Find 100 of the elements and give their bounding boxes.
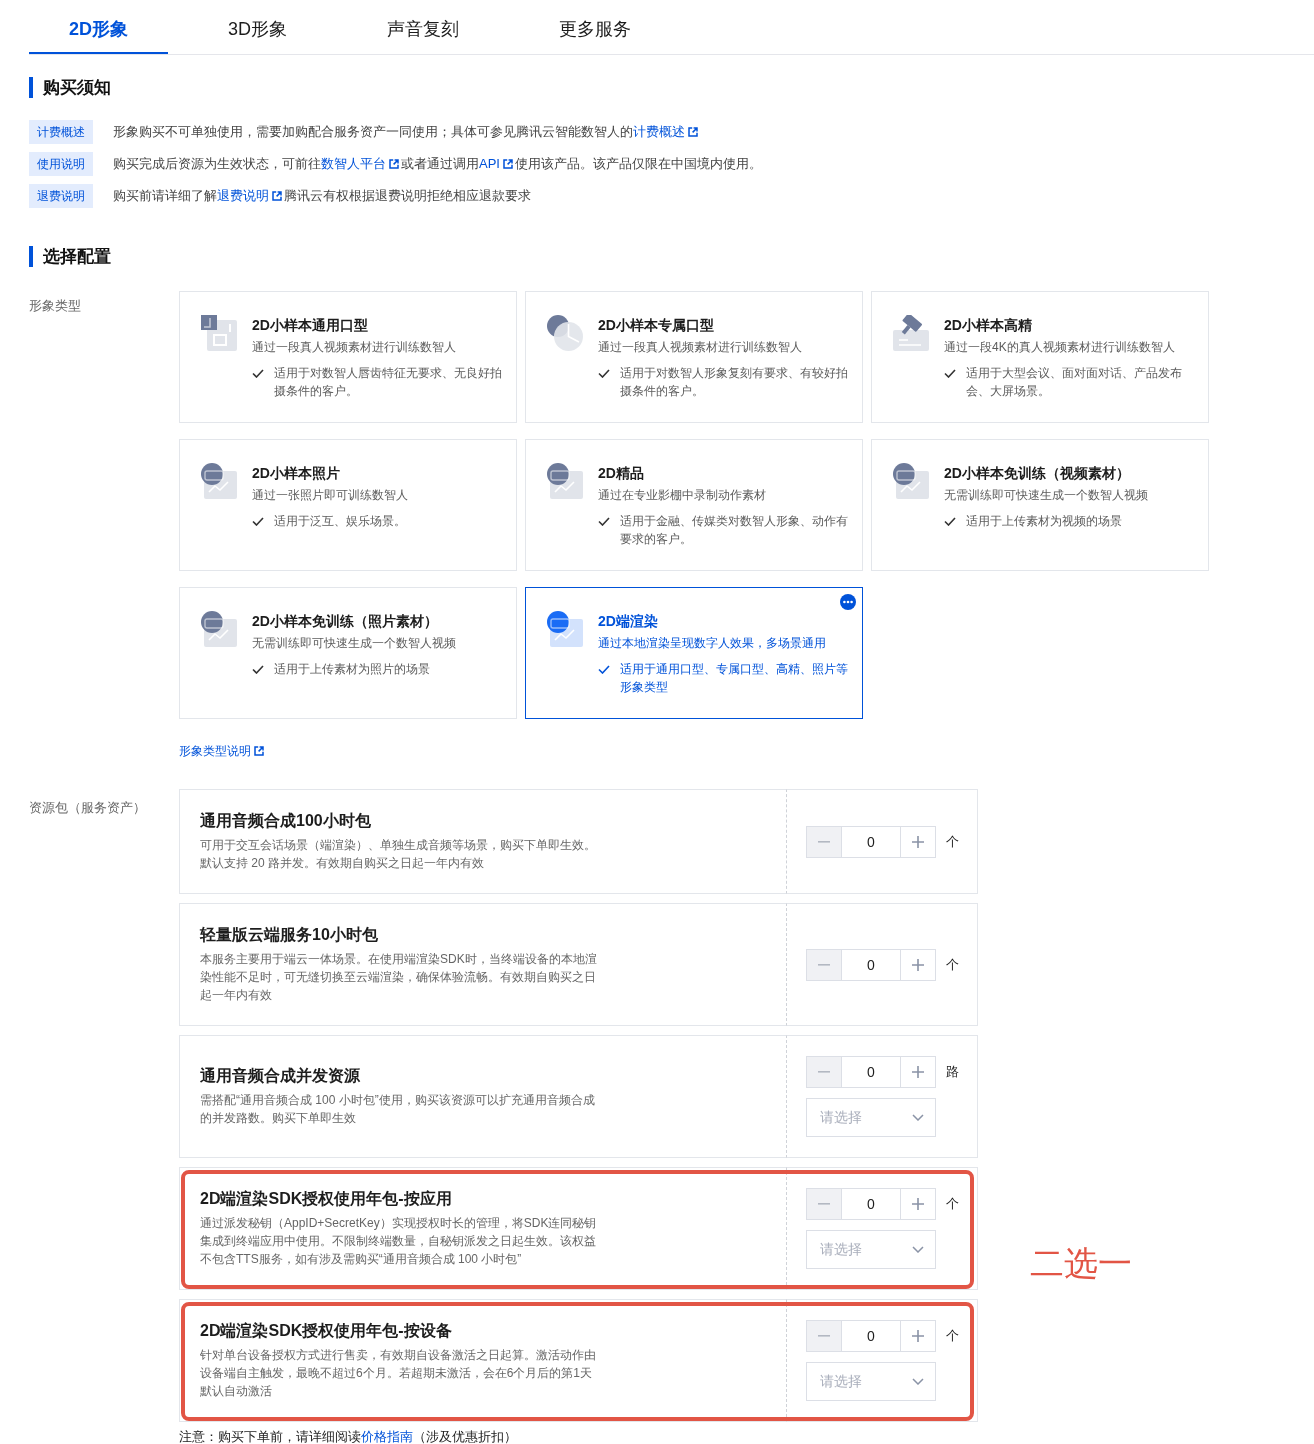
card-description: 通过在专业影棚中录制动作素材 (598, 487, 767, 504)
card-description: 通过本地渲染呈现数字人效果，多场景通用 (598, 635, 827, 652)
pack-description: 通过派发秘钥（AppID+SecretKey）实现授权时长的管理，将SDK连同秘钥集成到终端应用中使用。不限制终端数量，自秘钥派发之日起生效。该权益不包含TTS服务，如有涉及需购买“通用音频合成 100 小时包” (200, 1215, 598, 1268)
minus-icon (818, 1335, 830, 1337)
check-icon (598, 517, 610, 526)
avatar-type-card[interactable]: 2D小样本高精 通过一段4K的真人视频素材进行训练数智人 适用于大型会议、面对面对话、产品发布会、大屏场景。 (871, 291, 1209, 423)
pack-title: 轻量版云端服务10小时包 (200, 925, 379, 945)
unit-label: 个 (946, 832, 959, 851)
tab[interactable]: 声音复刻 (347, 0, 500, 54)
card-feature-text: 适用于对数智人形象复刻有要求、有较好拍摄条件的客户。 (620, 365, 849, 400)
text-link[interactable]: 价格指南 (361, 1429, 413, 1444)
text-link[interactable]: 计费概述 (633, 124, 700, 139)
card-feature-text: 适用于金融、传媒类对数智人形象、动作有要求的客户。 (620, 513, 849, 548)
pack-title: 2D端渲染SDK授权使用年包-按设备 (200, 1321, 453, 1341)
avatar-type-card[interactable]: 2D小样本免训练（照片素材） 无需训练即可快速生成一个数智人视频 适用于上传素材为照片的场景 (179, 587, 517, 719)
plus-icon (912, 958, 924, 971)
check-icon (598, 665, 610, 674)
notice-text: 购买完成后资源为生效状态，可前往数智人平台 或者通过调用API 使用该产品。该产品仅限在中国境内使用。 (113, 155, 762, 173)
minus-icon (818, 840, 830, 843)
image-icon (547, 611, 583, 647)
external-link-icon (272, 191, 282, 201)
text-link[interactable]: 退费说明 (217, 188, 284, 203)
notice-text: 形象购买不可单独使用，需要加购配合服务资产一同使用；具体可参见腾讯云智能数智人的计费概述 (113, 122, 700, 142)
increment-button[interactable] (900, 1056, 936, 1088)
quantity-input[interactable]: 0 (842, 948, 900, 981)
check-icon (252, 517, 264, 526)
card-title: 2D小样本免训练（视频素材） (944, 464, 1131, 483)
increment-button[interactable] (900, 1188, 936, 1220)
annotation-text: 二选一 (1030, 1243, 1132, 1283)
text-link[interactable]: 形象类型说明 (179, 743, 266, 759)
card-title: 2D小样本通用口型 (252, 316, 369, 335)
tab[interactable]: 3D形象 (188, 0, 328, 54)
pack-description: 本服务主要用于端云一体场景。在使用端渲染SDK时，当终端设备的本地渲染性能不足时，可无缝切换至云端渲染，确保体验流畅。有效期自购买之日起一年内有效 (200, 951, 598, 1004)
card-title: 2D小样本高精 (944, 316, 1033, 335)
card-feature-text: 适用于上传素材为视频的场景 (966, 513, 1122, 530)
tab[interactable]: 更多服务 (519, 0, 672, 54)
check-icon (944, 369, 956, 378)
card-title: 2D小样本照片 (252, 464, 341, 483)
pack-title: 通用音频合成100小时包 (200, 811, 372, 831)
check-icon (252, 665, 264, 674)
image-icon (201, 463, 237, 499)
minus-icon (818, 1203, 830, 1205)
avatar-type-card[interactable]: 2D端渲染 通过本地渲染呈现数字人效果，多场景通用 适用于通用口型、专属口型、高精、照片等形象类型 (525, 587, 863, 719)
card-feature-text: 适用于大型会议、面对面对话、产品发布会、大屏场景。 (966, 365, 1183, 400)
pack-description: 可用于交互会话场景（端渲染）、单独生成音频等场景，购买下单即生效。默认支持 20 路并发。有效期自购买之日起一年内有效 (200, 837, 597, 872)
pie-icon (547, 315, 583, 351)
increment-button[interactable] (900, 948, 936, 981)
section-title: 购买须知 (29, 77, 1314, 98)
quantity-input[interactable]: 0 (842, 1056, 900, 1088)
card-description: 通过一段真人视频素材进行训练数智人 (598, 339, 803, 356)
image-icon (893, 463, 929, 499)
chevron-down-icon (912, 1246, 924, 1253)
increment-button[interactable] (900, 825, 936, 858)
chevron-down-icon (912, 1114, 924, 1121)
quantity-input[interactable]: 0 (842, 1188, 900, 1220)
field-label: 资源包（服务资产） (29, 799, 147, 817)
text-link[interactable]: API (479, 156, 515, 171)
chevron-down-icon (912, 1378, 924, 1385)
text-link[interactable]: 数智人平台 (321, 156, 401, 171)
avatar-type-card[interactable]: 2D精品 通过在专业影棚中录制动作素材 适用于金融、传媒类对数智人形象、动作有要求的客户。 (525, 439, 863, 571)
quantity-input[interactable]: 0 (842, 1320, 900, 1352)
card-title: 2D精品 (598, 464, 645, 483)
avatar-type-card[interactable]: 2D小样本照片 通过一张照片即可训练数智人 适用于泛互、娱乐场景。 (179, 439, 517, 571)
document-icon (201, 315, 237, 351)
pack-description: 需搭配“通用音频合成 100 小时包”使用，购买该资源可以扩充通用音频合成的并发路数。购买下单即生效 (200, 1092, 596, 1127)
notice-text: 购买前请详细了解退费说明 腾讯云有权根据退费说明拒绝相应退款要求 (113, 187, 531, 205)
note-text: 注意：购买下单前，请详细阅读价格指南（涉及优惠折扣） (179, 1430, 518, 1444)
external-link-icon (688, 127, 698, 137)
hammer-icon (893, 315, 929, 351)
card-feature-text: 适用于对数智人唇齿特征无要求、无良好拍摄条件的客户。 (274, 365, 503, 400)
increment-button[interactable] (900, 1320, 936, 1352)
card-feature-text: 适用于上传素材为照片的场景 (274, 661, 430, 678)
minus-icon (818, 963, 830, 966)
card-description: 无需训练即可快速生成一个数智人视频 (252, 635, 457, 652)
minus-icon (818, 1071, 830, 1073)
unit-label: 个 (946, 955, 959, 974)
avatar-type-card[interactable]: 2D小样本免训练（视频素材） 无需训练即可快速生成一个数智人视频 适用于上传素材为视频的场景 (871, 439, 1209, 571)
card-title: 2D小样本免训练（照片素材） (252, 612, 439, 631)
check-icon (944, 517, 956, 526)
pack-title: 2D端渲染SDK授权使用年包-按应用 (200, 1189, 453, 1209)
avatar-type-card[interactable]: 2D小样本通用口型 通过一段真人视频素材进行训练数智人 适用于对数智人唇齿特征无要求、无良好拍摄条件的客户。 (179, 291, 517, 423)
plus-icon (912, 1066, 924, 1078)
card-title: 2D端渲染 (598, 612, 659, 631)
card-title: 2D小样本专属口型 (598, 316, 715, 335)
unit-label: 个 (946, 1327, 959, 1345)
card-description: 通过一段4K的真人视频素材进行训练数智人 (944, 339, 1176, 356)
quantity-input[interactable]: 0 (842, 825, 900, 858)
category-tag: 计费概述 (29, 120, 93, 144)
check-icon (252, 369, 264, 378)
card-description: 通过一段真人视频素材进行训练数智人 (252, 339, 457, 356)
section-title: 选择配置 (29, 246, 1314, 267)
pack-description: 针对单台设备授权方式进行售卖，有效期自设备激活之日起算。激活动作由设备端自主触发，最晚不超过6个月。若超期未激活，会在6个月后的第1天默认自动激活 (200, 1347, 597, 1400)
avatar-type-card[interactable]: 2D小样本专属口型 通过一段真人视频素材进行训练数智人 适用于对数智人形象复刻有要求、有较好拍摄条件的客户。 (525, 291, 863, 423)
field-label: 形象类型 (29, 297, 82, 315)
category-tag: 退费说明 (29, 184, 93, 208)
card-description: 无需训练即可快速生成一个数智人视频 (944, 487, 1149, 504)
card-feature-text: 适用于泛互、娱乐场景。 (274, 513, 406, 530)
plus-icon (912, 1330, 924, 1342)
tab[interactable]: 2D形象 (29, 0, 168, 54)
unit-label: 个 (946, 1195, 959, 1213)
